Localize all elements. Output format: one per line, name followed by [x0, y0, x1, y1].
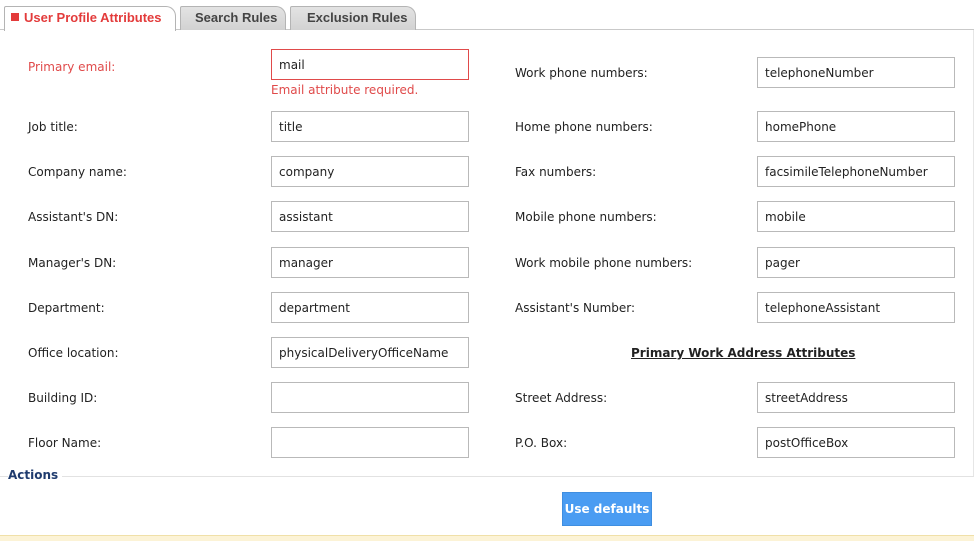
assistant-dn-input[interactable] — [271, 201, 469, 232]
building-id-input[interactable] — [271, 382, 469, 413]
building-id-label: Building ID: — [28, 391, 98, 405]
manager-dn-label: Manager's DN: — [28, 256, 117, 270]
mobile-phone-input[interactable] — [757, 201, 955, 232]
primary-email-input[interactable] — [271, 49, 469, 80]
company-name-input[interactable] — [271, 156, 469, 187]
tab-label: User Profile Attributes — [24, 10, 162, 25]
work-phone-label: Work phone numbers: — [515, 66, 648, 80]
office-location-label: Office location: — [28, 346, 119, 360]
department-label: Department: — [28, 301, 105, 315]
footer-strip — [0, 535, 974, 541]
company-name-label: Company name: — [28, 165, 127, 179]
department-input[interactable] — [271, 292, 469, 323]
home-phone-input[interactable] — [757, 111, 955, 142]
active-tab-marker-icon — [11, 13, 19, 21]
job-title-input[interactable] — [271, 111, 469, 142]
floor-name-label: Floor Name: — [28, 436, 102, 450]
use-defaults-button[interactable]: Use defaults — [562, 492, 652, 526]
tab-bar: User Profile Attributes Search Rules Exc… — [0, 0, 974, 31]
tab-label: Exclusion Rules — [307, 10, 408, 25]
tab-user-profile-attributes[interactable]: User Profile Attributes — [4, 6, 176, 31]
work-mobile-phone-label: Work mobile phone numbers: — [515, 256, 693, 270]
fax-input[interactable] — [757, 156, 955, 187]
job-title-label: Job title: — [28, 120, 78, 134]
actions-label: Actions — [8, 468, 63, 482]
po-box-input[interactable] — [757, 427, 955, 458]
street-address-label: Street Address: — [515, 391, 608, 405]
po-box-label: P.O. Box: — [515, 436, 568, 450]
manager-dn-input[interactable] — [271, 247, 469, 278]
address-section-title: Primary Work Address Attributes — [631, 346, 856, 360]
primary-email-label: Primary email: — [28, 60, 116, 74]
assistant-number-label: Assistant's Number: — [515, 301, 636, 315]
assistant-dn-label: Assistant's DN: — [28, 210, 119, 224]
office-location-input[interactable] — [271, 337, 469, 368]
work-mobile-phone-input[interactable] — [757, 247, 955, 278]
mobile-phone-label: Mobile phone numbers: — [515, 210, 657, 224]
floor-name-input[interactable] — [271, 427, 469, 458]
home-phone-label: Home phone numbers: — [515, 120, 653, 134]
tab-search-rules[interactable]: Search Rules — [180, 6, 286, 30]
work-phone-input[interactable] — [757, 57, 955, 88]
tab-label: Search Rules — [195, 10, 278, 25]
assistant-number-input[interactable] — [757, 292, 955, 323]
actions-divider — [0, 476, 974, 477]
fax-label: Fax numbers: — [515, 165, 597, 179]
tab-exclusion-rules[interactable]: Exclusion Rules — [290, 6, 416, 30]
email-error-message: Email attribute required. — [271, 83, 419, 97]
street-address-input[interactable] — [757, 382, 955, 413]
